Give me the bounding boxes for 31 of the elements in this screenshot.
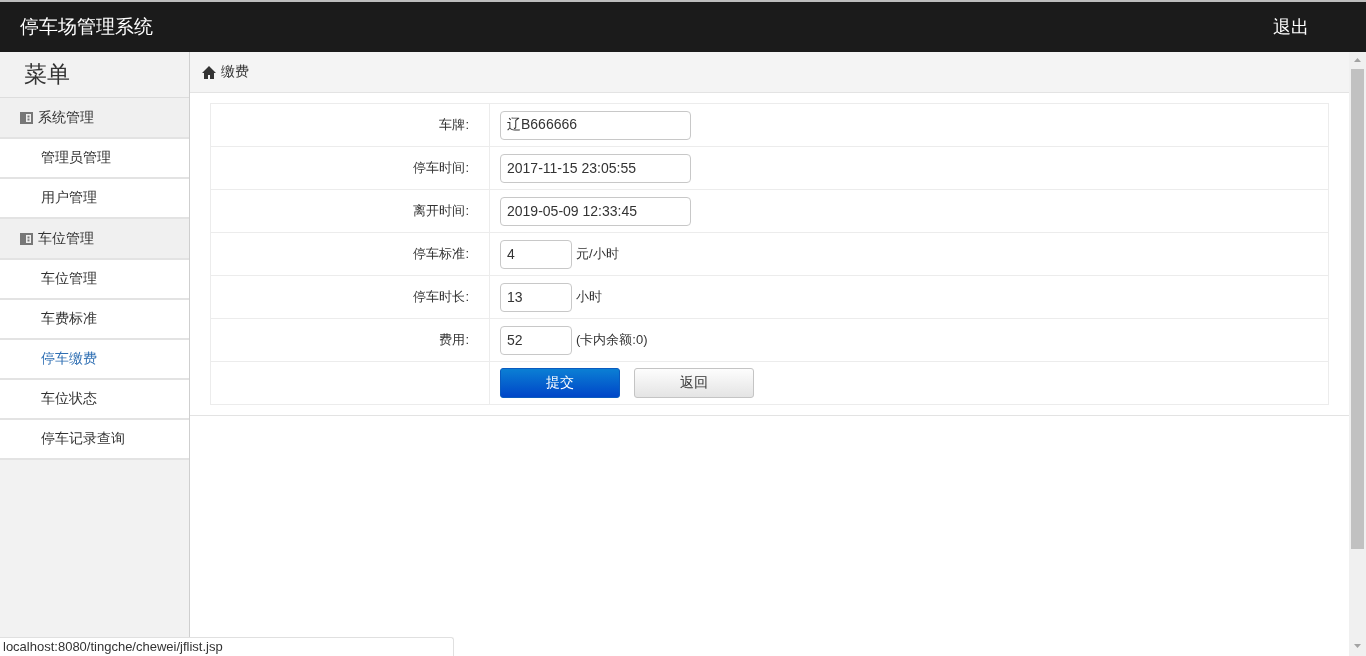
input-field[interactable]: 2019-05-09 12:33:45 [500, 196, 691, 226]
field-label: 车牌: [210, 103, 490, 147]
menu-item[interactable]: 车位管理 [0, 260, 189, 300]
menu-item[interactable]: 用户管理 [0, 179, 189, 219]
submit-button[interactable]: 提交 [500, 368, 620, 398]
app-title: 停车场管理系统 [20, 15, 153, 39]
field-label: 停车时间: [210, 146, 490, 190]
unit-text: 小时 [576, 288, 602, 306]
field-label: 离开时间: [210, 189, 490, 233]
menu-item[interactable]: 车费标准 [0, 300, 189, 340]
address-card-icon [20, 110, 34, 125]
field-label: 费用: [210, 318, 490, 362]
address-card-icon [20, 231, 34, 246]
home-icon [202, 65, 216, 79]
unit-text: (卡内余额:0) [576, 331, 648, 349]
status-bar: localhost:8080/tingche/chewei/jflist.jsp [0, 637, 454, 656]
menu-item[interactable]: 停车记录查询 [0, 420, 189, 460]
menu-item[interactable]: 车位状态 [0, 380, 189, 420]
input-field[interactable]: 辽B666666 [500, 110, 691, 140]
menu-item[interactable]: 停车缴费 [0, 340, 189, 380]
logout-link[interactable]: 退出 [1273, 15, 1309, 39]
input-field[interactable]: 4 [500, 239, 572, 269]
back-button[interactable]: 返回 [634, 368, 754, 398]
input-field[interactable]: 52 [500, 325, 572, 355]
input-field[interactable]: 2017-11-15 23:05:55 [500, 153, 691, 183]
field-label: 停车时长: [210, 275, 490, 319]
breadcrumb-text: 缴费 [221, 63, 249, 81]
unit-text: 元/小时 [576, 245, 619, 263]
menu-item[interactable]: 管理员管理 [0, 139, 189, 179]
input-field[interactable]: 13 [500, 282, 572, 312]
field-label: 停车标准: [210, 232, 490, 276]
